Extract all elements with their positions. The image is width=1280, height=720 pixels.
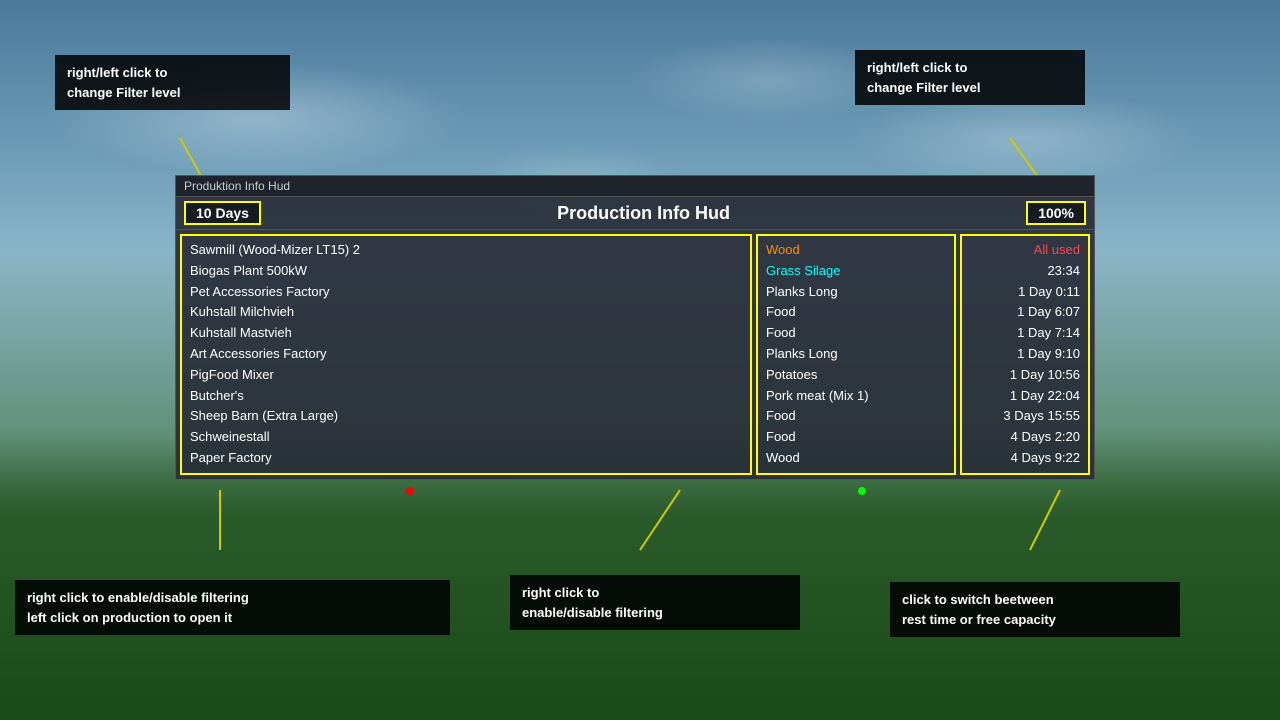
list-item: 1 Day 6:07 [970, 302, 1080, 323]
list-item: 1 Day 7:14 [970, 323, 1080, 344]
filter-left-button[interactable]: 10 Days [184, 201, 261, 225]
hud-body: Sawmill (Wood-Mizer LT15) 2 Biogas Plant… [176, 230, 1094, 479]
list-item[interactable]: Butcher's [190, 386, 742, 407]
list-item: Planks Long [766, 344, 946, 365]
list-item: Planks Long [766, 282, 946, 303]
annotation-bl-line1: right click to enable/disable filtering [27, 590, 249, 605]
green-dot [858, 487, 866, 495]
list-item[interactable]: PigFood Mixer [190, 365, 742, 386]
times-column[interactable]: All used 23:34 1 Day 0:11 1 Day 6:07 1 D… [960, 234, 1090, 475]
list-item[interactable]: Pet Accessories Factory [190, 282, 742, 303]
list-item[interactable]: Kuhstall Mastvieh [190, 323, 742, 344]
list-item[interactable]: Schweinestall [190, 427, 742, 448]
annotation-tr-line2: change Filter level [867, 80, 980, 95]
annotation-bc-line2: enable/disable filtering [522, 605, 663, 620]
red-dot [406, 487, 414, 495]
annotation-br-line1: click to switch beetween [902, 592, 1054, 607]
list-item: Potatoes [766, 365, 946, 386]
annotation-bottom-right: click to switch beetween rest time or fr… [890, 582, 1180, 637]
hud-title-bar: Produktion Info Hud [176, 176, 1094, 197]
list-item: 23:34 [970, 261, 1080, 282]
list-item: Grass Silage [766, 261, 946, 282]
annotation-top-right: right/left click to change Filter level [855, 50, 1085, 105]
annotation-bl-line2: left click on production to open it [27, 610, 232, 625]
annotation-bottom-center: right click to enable/disable filtering [510, 575, 800, 630]
list-item: 1 Day 22:04 [970, 386, 1080, 407]
list-item: 4 Days 2:20 [970, 427, 1080, 448]
annotation-tl-line1: right/left click to [67, 65, 167, 80]
list-item[interactable]: Art Accessories Factory [190, 344, 742, 365]
list-item[interactable]: Paper Factory [190, 448, 742, 469]
hud-main-title: Production Info Hud [557, 203, 730, 224]
hud-title-text: Produktion Info Hud [184, 179, 290, 193]
list-item[interactable]: Sawmill (Wood-Mizer LT15) 2 [190, 240, 742, 261]
list-item: 1 Day 10:56 [970, 365, 1080, 386]
list-item: 3 Days 15:55 [970, 406, 1080, 427]
list-item: 4 Days 9:22 [970, 448, 1080, 469]
hud-header: 10 Days Production Info Hud 100% [176, 197, 1094, 230]
annotation-top-left: right/left click to change Filter level [55, 55, 290, 110]
annotation-tl-line2: change Filter level [67, 85, 180, 100]
list-item: 1 Day 9:10 [970, 344, 1080, 365]
productions-column[interactable]: Sawmill (Wood-Mizer LT15) 2 Biogas Plant… [180, 234, 752, 475]
list-item: Food [766, 323, 946, 344]
list-item: 1 Day 0:11 [970, 282, 1080, 303]
list-item[interactable]: Kuhstall Milchvieh [190, 302, 742, 323]
list-item: Wood [766, 240, 946, 261]
list-item[interactable]: Biogas Plant 500kW [190, 261, 742, 282]
annotation-bottom-left: right click to enable/disable filtering … [15, 580, 450, 635]
list-item[interactable]: Sheep Barn (Extra Large) [190, 406, 742, 427]
list-item: Pork meat (Mix 1) [766, 386, 946, 407]
list-item: Food [766, 406, 946, 427]
list-item: Food [766, 302, 946, 323]
list-item: Food [766, 427, 946, 448]
annotation-bc-line1: right click to [522, 585, 599, 600]
list-item: All used [970, 240, 1080, 261]
outputs-column[interactable]: Wood Grass Silage Planks Long Food Food … [756, 234, 956, 475]
filter-right-button[interactable]: 100% [1026, 201, 1086, 225]
annotation-tr-line1: right/left click to [867, 60, 967, 75]
hud-panel: Produktion Info Hud 10 Days Production I… [175, 175, 1095, 480]
annotation-br-line2: rest time or free capacity [902, 612, 1056, 627]
list-item: Wood [766, 448, 946, 469]
